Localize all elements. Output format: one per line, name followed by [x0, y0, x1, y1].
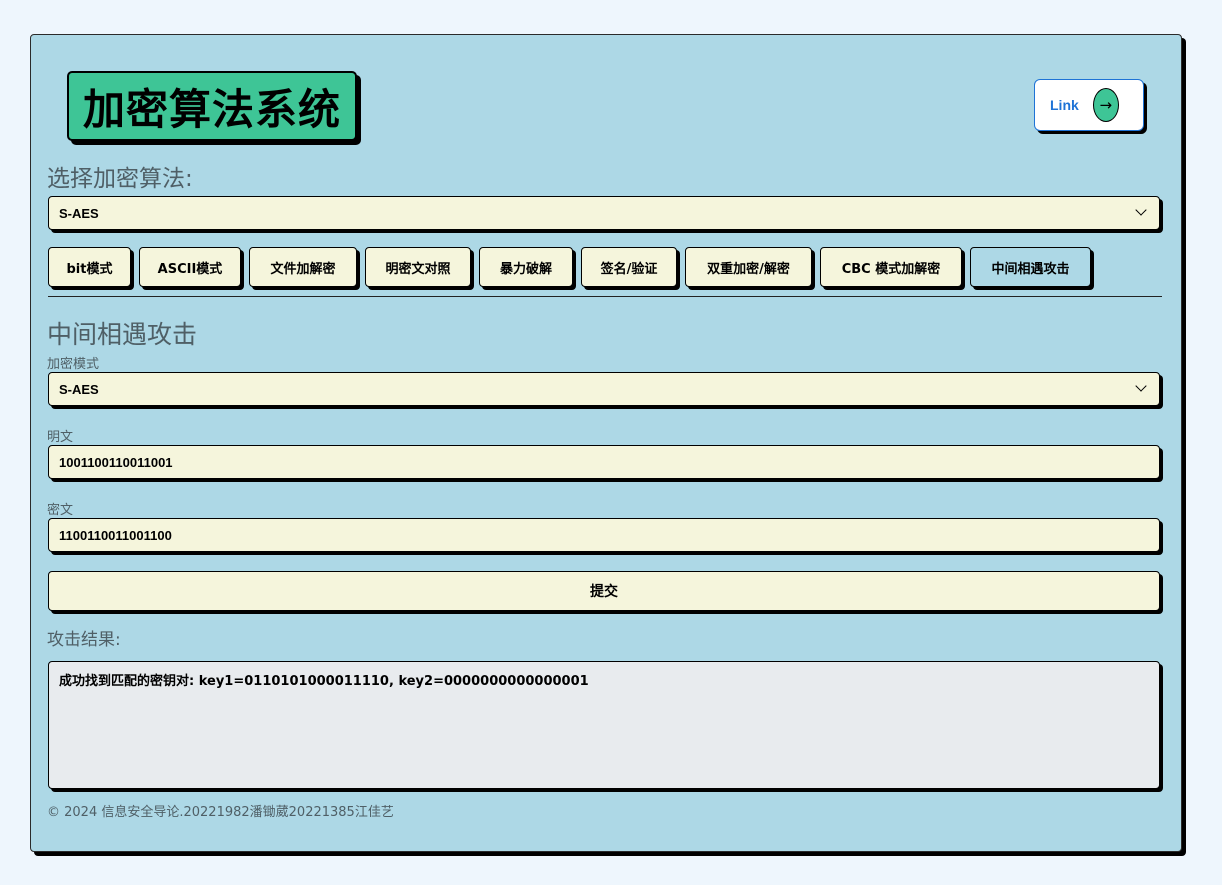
tab-meet-in-middle[interactable]: 中间相遇攻击	[970, 247, 1091, 287]
plaintext-label: 明文	[47, 430, 74, 445]
tab-double-encrypt[interactable]: 双重加密/解密	[685, 247, 812, 287]
algorithm-select-value: S-AES	[59, 205, 99, 221]
chevron-down-icon	[1135, 204, 1147, 216]
footer: © 2024 信息安全导论.20221982潘锄葳20221385江佳艺	[47, 805, 394, 820]
tab-brute-force[interactable]: 暴力破解	[479, 247, 573, 287]
ciphertext-value: 1100110011001100	[59, 527, 172, 543]
panel-heading: 中间相遇攻击	[47, 320, 198, 349]
tab-bit-mode[interactable]: bit模式	[48, 247, 131, 287]
plaintext-input[interactable]: 1001100110011001	[48, 445, 1160, 479]
mode-select[interactable]: S-AES	[48, 372, 1160, 406]
tab-cbc-mode[interactable]: CBC 模式加解密	[820, 247, 962, 287]
app-title: 加密算法系统	[82, 84, 341, 134]
submit-button-label: 提交	[590, 584, 618, 600]
result-text: 成功找到匹配的密钥对: key1=0110101000011110, key2=…	[59, 674, 589, 689]
plaintext-value: 1001100110011001	[59, 454, 173, 470]
algorithm-select-label: 选择加密算法:	[47, 166, 193, 192]
tab-plain-cipher-compare[interactable]: 明密文对照	[365, 247, 471, 287]
divider	[48, 296, 1162, 297]
tab-sign-verify[interactable]: 签名/验证	[581, 247, 677, 287]
link-button-label: Link	[1050, 97, 1079, 113]
chevron-down-icon	[1135, 380, 1147, 392]
ciphertext-label: 密文	[47, 503, 74, 518]
tab-ascii-mode[interactable]: ASCII模式	[139, 247, 241, 287]
tab-file-encrypt[interactable]: 文件加解密	[249, 247, 357, 287]
app-title-box: 加密算法系统	[67, 71, 357, 141]
submit-button[interactable]: 提交	[48, 571, 1160, 611]
result-output[interactable]: 成功找到匹配的密钥对: key1=0110101000011110, key2=…	[48, 661, 1160, 789]
mode-tabs: bit模式 ASCII模式 文件加解密 明密文对照 暴力破解 签名/验证 双重加…	[48, 247, 1091, 287]
mode-select-value: S-AES	[59, 381, 99, 397]
ciphertext-input[interactable]: 1100110011001100	[48, 518, 1160, 552]
arrow-right-icon: →	[1092, 88, 1119, 122]
main-card: 加密算法系统 Link → 选择加密算法: S-AES bit模式 ASCII模…	[30, 34, 1182, 852]
mode-label: 加密模式	[47, 357, 100, 372]
link-button[interactable]: Link →	[1034, 79, 1144, 131]
result-label: 攻击结果:	[47, 630, 121, 650]
algorithm-select[interactable]: S-AES	[48, 196, 1160, 230]
